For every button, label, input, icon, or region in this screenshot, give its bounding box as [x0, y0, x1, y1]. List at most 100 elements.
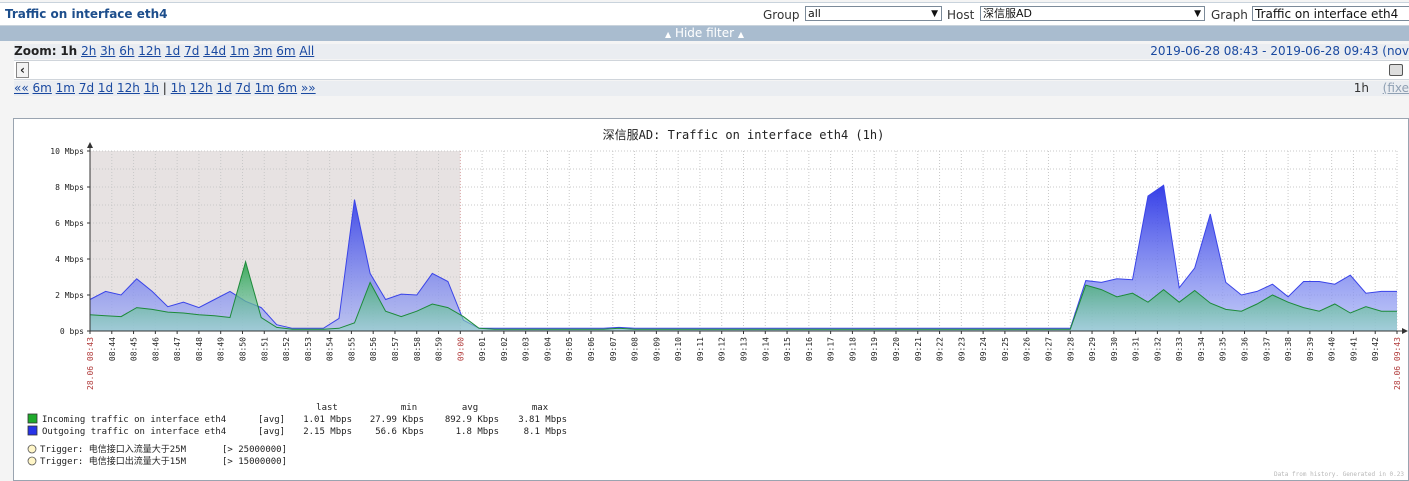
nav-back-1m[interactable]: 1m	[56, 81, 75, 95]
legend-series-func: [avg]	[258, 427, 285, 437]
legend-series-name: Outgoing traffic on interface eth4	[42, 427, 226, 437]
trigger-label: Trigger: 电信接口入流量大于25M	[40, 443, 187, 455]
zoom-option-6h[interactable]: 6h	[119, 44, 134, 58]
x-tick-label: 09:42	[1371, 337, 1380, 361]
group-select[interactable]: all ▼	[805, 6, 942, 21]
x-tick-label: 09:33	[1175, 337, 1184, 361]
zoom-option-1m[interactable]: 1m	[230, 44, 249, 58]
x-tick-label: 08:51	[260, 337, 269, 361]
zoom-option-1h[interactable]: 1h	[60, 44, 77, 58]
x-tick-label: 09:40	[1328, 337, 1337, 361]
nav-forward-1m[interactable]: 1m	[255, 81, 274, 95]
nav-back-marker[interactable]: ««	[14, 81, 29, 95]
hide-filter-toggle[interactable]: ▲ Hide filter ▲	[0, 26, 1409, 41]
zoom-bar: Zoom: 1h 2h 3h 6h 12h 1d 7d 14d 1m 3m 6m…	[14, 44, 1409, 59]
x-tick-label: 09:06	[587, 337, 596, 361]
legend-header-avg: avg	[462, 403, 478, 413]
x-tick-label: 09:24	[979, 337, 988, 361]
x-tick-label: 08:52	[282, 337, 291, 361]
x-tick-label: 09:26	[1023, 337, 1032, 361]
x-tick-label: 09:31	[1132, 337, 1141, 361]
date-left-label: 28.06 08:43	[86, 337, 95, 390]
zoom-label: Zoom:	[14, 44, 57, 58]
x-tick-label: 08:49	[217, 337, 226, 361]
trigger-condition: [> 15000000]	[222, 457, 287, 467]
nav-back-6m[interactable]: 6m	[33, 81, 52, 95]
legend-header-last: last	[316, 403, 338, 413]
x-tick-label: 09:29	[1088, 337, 1097, 361]
x-tick-label: 08:59	[435, 337, 444, 361]
fixed-toggle-link[interactable]: (fixe	[1383, 81, 1409, 95]
nav-back-1d[interactable]: 1d	[98, 81, 113, 95]
legend-value-avg: 1.8 Mbps	[456, 427, 499, 437]
zoom-options: 1h 2h 3h 6h 12h 1d 7d 14d 1m 3m 6m All	[60, 44, 314, 58]
x-tick-label: 09:41	[1349, 337, 1358, 361]
x-tick-label: 09:11	[696, 337, 705, 361]
traffic-graph: 深信服AD: Traffic on interface eth4 (1h) 0 b…	[27, 128, 1408, 478]
x-tick-label: 08:56	[369, 337, 378, 361]
legend-value-last: 1.01 Mbps	[303, 415, 352, 425]
nav-forward-6m[interactable]: 6m	[278, 81, 297, 95]
legend-value-max: 8.1 Mbps	[524, 427, 567, 437]
zoom-option-3m[interactable]: 3m	[253, 44, 272, 58]
zoom-option-All[interactable]: All	[299, 44, 314, 58]
zoom-option-1d[interactable]: 1d	[165, 44, 180, 58]
x-tick-label: 09:20	[892, 337, 901, 361]
nav-forward-1d[interactable]: 1d	[216, 81, 231, 95]
x-tick-label: 09:02	[500, 337, 509, 361]
trigger-icon	[27, 444, 37, 454]
nav-back-12h[interactable]: 12h	[117, 81, 140, 95]
y-tick-label: 2 Mbps	[55, 291, 84, 300]
legend-swatch	[27, 425, 38, 436]
nav-back-1h[interactable]: 1h	[144, 81, 159, 95]
y-tick-label: 4 Mbps	[55, 255, 84, 264]
graph-title: 深信服AD: Traffic on interface eth4 (1h)	[603, 128, 885, 142]
x-tick-label: 09:04	[543, 337, 552, 361]
x-tick-label: 09:03	[522, 337, 531, 361]
hide-filter-label: Hide filter	[674, 26, 735, 40]
dropdown-arrow-icon: ▼	[931, 9, 938, 19]
period-nav-links: «« 6m 1m 7d 1d 12h 1h | 1h 12h 1d 7d 1m …	[14, 81, 316, 95]
scroll-thumb[interactable]	[1389, 64, 1403, 76]
scroll-left-arrow-icon[interactable]: ‹	[16, 62, 29, 78]
x-tick-label: 09:08	[631, 337, 640, 361]
zoom-option-14d[interactable]: 14d	[203, 44, 226, 58]
x-tick-label: 09:12	[718, 337, 727, 361]
graph-select-value: Traffic on interface eth4	[1255, 7, 1399, 21]
legend-header-min: min	[401, 403, 417, 413]
legend-series-func: [avg]	[258, 415, 285, 425]
x-tick-label: 08:47	[173, 337, 182, 361]
zoom-option-7d[interactable]: 7d	[184, 44, 199, 58]
graph-select[interactable]: Traffic on interface eth4	[1252, 6, 1409, 21]
zoom-option-12h[interactable]: 12h	[138, 44, 161, 58]
x-tick-label: 09:00	[456, 337, 465, 361]
legend-series-name: Incoming traffic on interface eth4	[42, 415, 226, 425]
timeline-scrollbar[interactable]: ‹	[14, 60, 1409, 80]
nav-forward-marker[interactable]: »»	[301, 81, 316, 95]
legend-value-min: 27.99 Kbps	[370, 415, 424, 425]
x-tick-label: 09:15	[783, 337, 792, 361]
zoom-option-3h[interactable]: 3h	[100, 44, 115, 58]
x-tick-label: 09:39	[1306, 337, 1315, 361]
y-axis-arrow-icon	[87, 142, 93, 148]
dropdown-arrow-icon: ▼	[1194, 9, 1201, 19]
trigger-condition: [> 25000000]	[222, 445, 287, 455]
host-select[interactable]: 深信服AD ▼	[980, 6, 1205, 21]
x-tick-label: 09:22	[936, 337, 945, 361]
title-bar: Traffic on interface eth4 Group all ▼ Ho…	[0, 2, 1409, 26]
x-tick-label: 09:10	[674, 337, 683, 361]
nav-back-7d[interactable]: 7d	[79, 81, 94, 95]
x-tick-label: 09:34	[1197, 337, 1206, 361]
legend-swatch	[27, 413, 38, 424]
nav-forward-1h[interactable]: 1h	[171, 81, 186, 95]
x-tick-label: 09:21	[914, 337, 923, 361]
nav-forward-12h[interactable]: 12h	[190, 81, 213, 95]
x-tick-label: 09:16	[805, 337, 814, 361]
group-select-value: all	[808, 7, 821, 20]
x-tick-label: 09:30	[1110, 337, 1119, 361]
y-tick-label: 10 Mbps	[50, 147, 84, 156]
zoom-option-6m[interactable]: 6m	[276, 44, 295, 58]
nav-forward-7d[interactable]: 7d	[236, 81, 251, 95]
zoom-option-2h[interactable]: 2h	[81, 44, 96, 58]
x-tick-label: 09:27	[1044, 337, 1053, 361]
